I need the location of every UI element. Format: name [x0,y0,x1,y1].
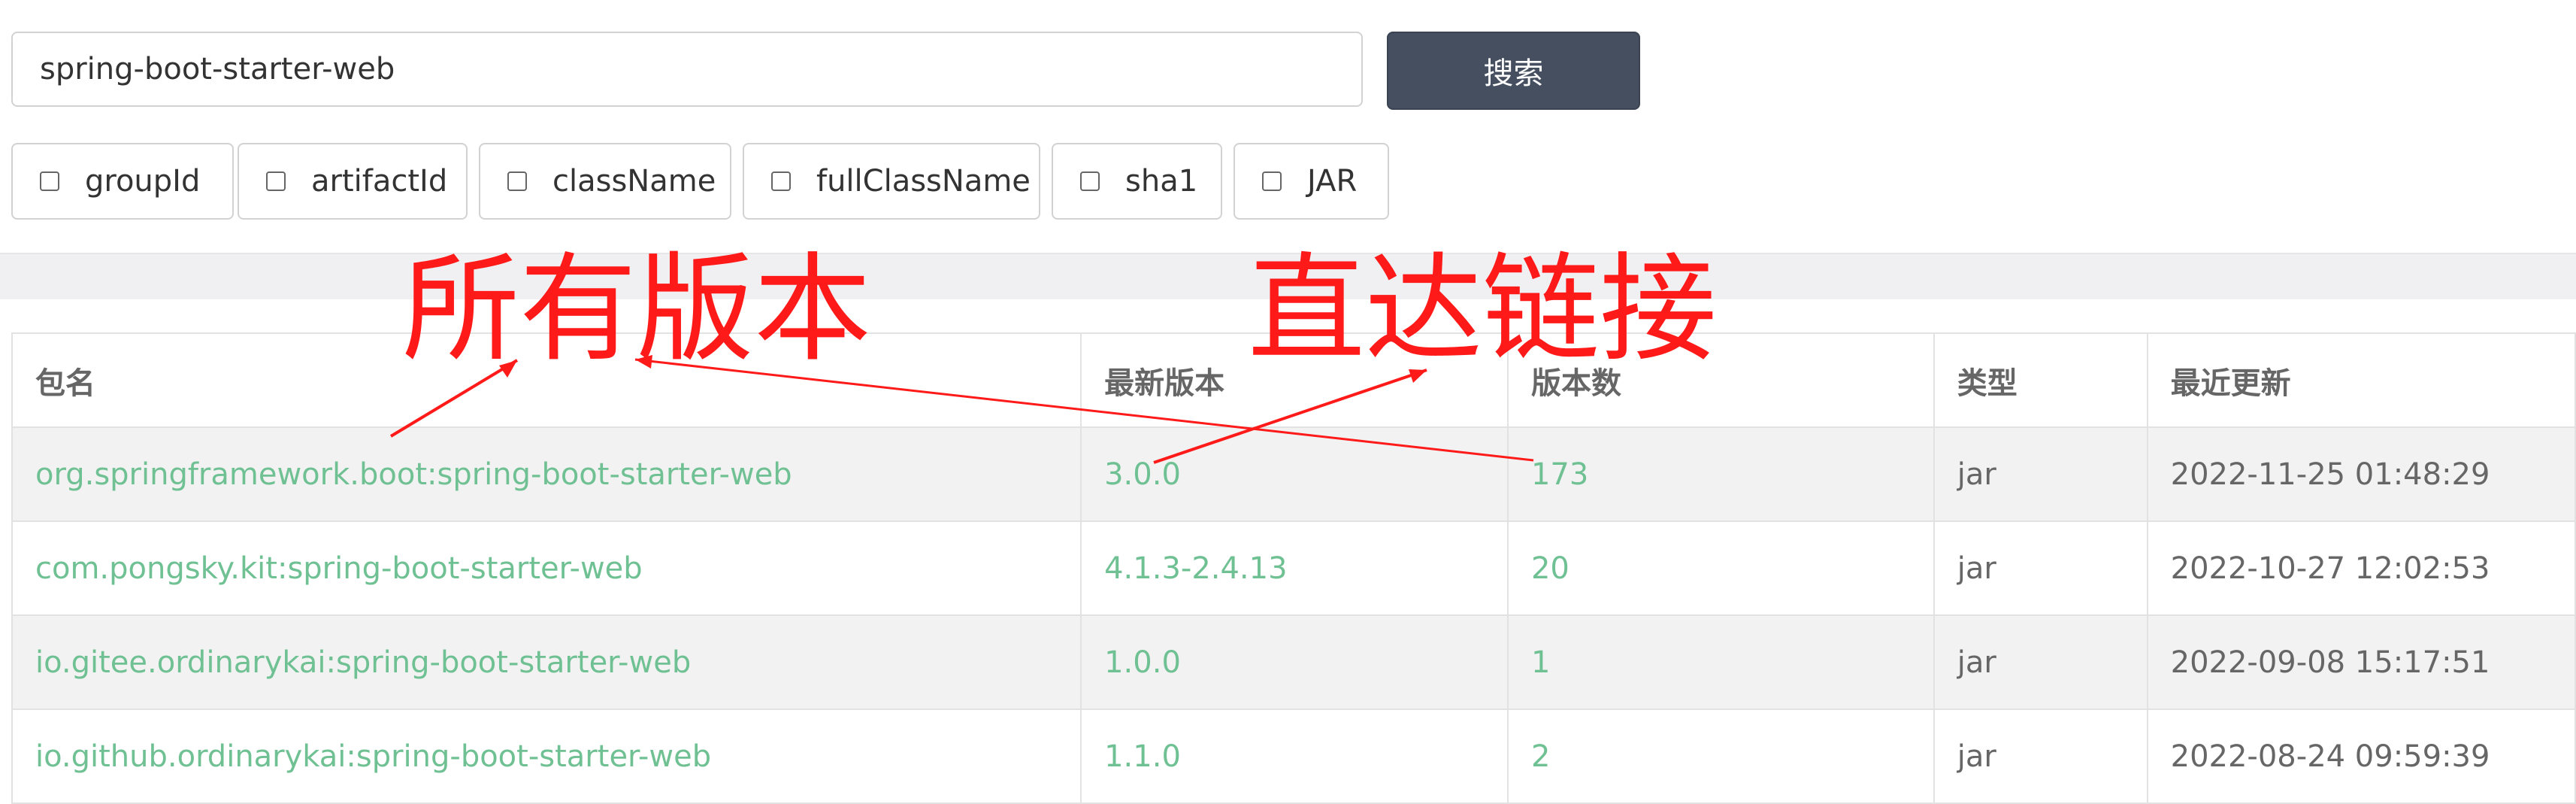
filter-label: className [552,164,716,199]
filter-label: JAR [1307,164,1358,199]
version-count-link[interactable]: 173 [1531,457,1588,492]
type-cell: jar [1933,614,2148,710]
filter-groupid[interactable]: groupId [11,143,234,220]
type-cell: jar [1933,426,2148,522]
filter-label: groupId [85,164,201,199]
latest-version-link[interactable]: 1.1.0 [1104,739,1181,774]
checkbox-icon[interactable] [266,171,286,191]
version-count-link[interactable]: 1 [1531,645,1550,680]
updated-cell: 2022-09-08 15:17:51 [2146,614,2576,710]
checkbox-icon[interactable] [1080,171,1100,191]
updated-cell: 2022-08-24 09:59:39 [2146,708,2576,804]
checkbox-icon[interactable] [40,171,59,191]
header-package: 包名 [11,332,1082,428]
filter-fullclassname[interactable]: fullClassName [743,143,1040,220]
filter-label: sha1 [1125,164,1198,199]
header-updated: 最近更新 [2146,332,2576,428]
latest-version-link[interactable]: 4.1.3-2.4.13 [1104,551,1287,586]
table-row: com.pongsky.kit:spring-boot-starter-web … [11,520,2576,616]
filter-label: fullClassName [816,164,1031,199]
filter-jar[interactable]: JAR [1234,143,1389,220]
results-table: 包名 最新版本 版本数 类型 最近更新 org.springframework.… [11,332,2576,804]
header-version-count: 版本数 [1506,332,1935,428]
header-latest-version: 最新版本 [1080,332,1509,428]
version-count-link[interactable]: 20 [1531,551,1570,586]
package-link[interactable]: io.gitee.ordinarykai:spring-boot-starter… [35,645,691,680]
version-count-link[interactable]: 2 [1531,739,1550,774]
checkbox-icon[interactable] [507,171,527,191]
type-cell: jar [1933,520,2148,616]
checkbox-icon[interactable] [1262,171,1282,191]
package-link[interactable]: io.github.ordinarykai:spring-boot-starte… [35,739,711,774]
table-row: io.github.ordinarykai:spring-boot-starte… [11,708,2576,804]
filter-sha1[interactable]: sha1 [1052,143,1222,220]
table-row: io.gitee.ordinarykai:spring-boot-starter… [11,614,2576,710]
latest-version-link[interactable]: 1.0.0 [1104,645,1181,680]
updated-cell: 2022-11-25 01:48:29 [2146,426,2576,522]
section-divider [0,253,2576,299]
latest-version-link[interactable]: 3.0.0 [1104,457,1181,492]
type-cell: jar [1933,708,2148,804]
checkbox-icon[interactable] [771,171,791,191]
package-link[interactable]: com.pongsky.kit:spring-boot-starter-web [35,551,643,586]
header-type: 类型 [1933,332,2148,428]
filter-classname[interactable]: className [479,143,731,220]
filter-label: artifactId [311,164,448,199]
filter-artifactid[interactable]: artifactId [238,143,468,220]
search-input[interactable] [11,32,1363,107]
search-bar: 搜索 [11,32,1642,110]
table-row: org.springframework.boot:spring-boot-sta… [11,426,2576,522]
package-link[interactable]: org.springframework.boot:spring-boot-sta… [35,457,792,492]
search-button[interactable]: 搜索 [1387,32,1640,110]
table-header-row: 包名 最新版本 版本数 类型 最近更新 [11,332,2576,428]
updated-cell: 2022-10-27 12:02:53 [2146,520,2576,616]
